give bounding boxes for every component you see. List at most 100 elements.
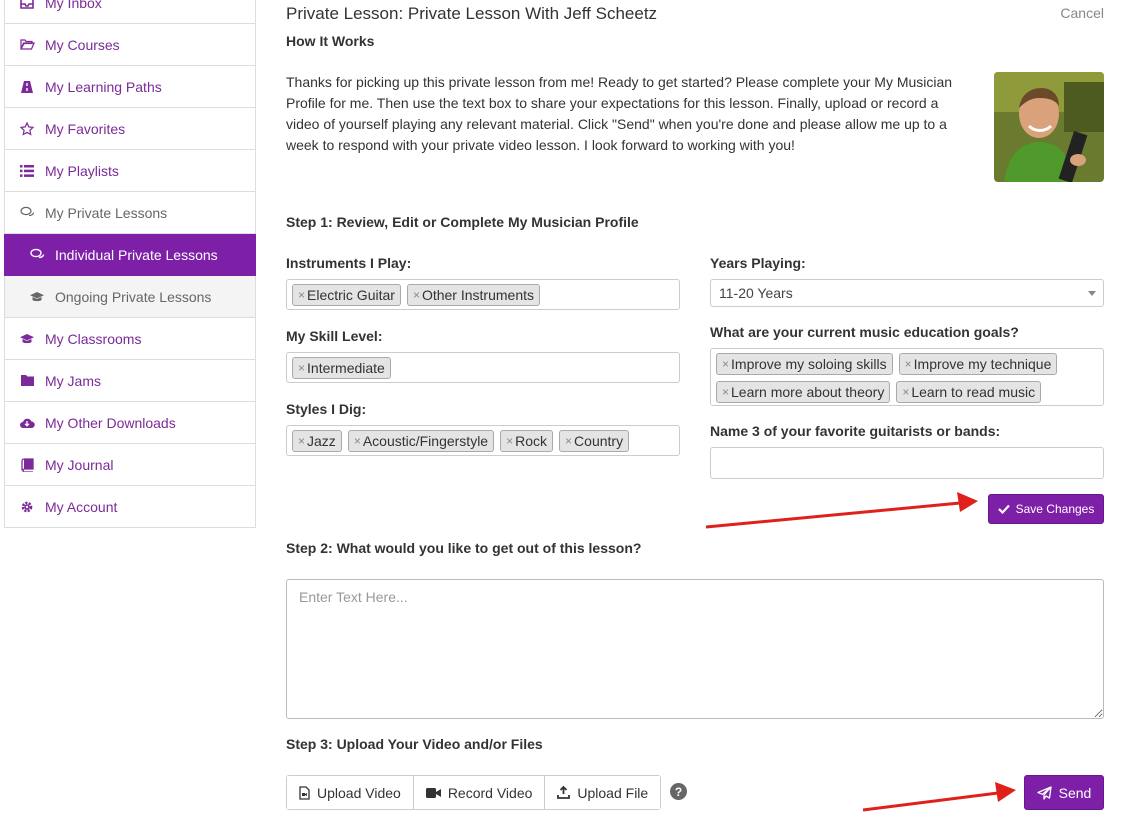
sidebar-item-label: My Account	[45, 498, 118, 515]
sidebar-item-ongoing-private-lessons[interactable]: Ongoing Private Lessons	[4, 276, 256, 318]
sidebar-item-jams[interactable]: My Jams	[4, 360, 256, 402]
sidebar-item-learning-paths[interactable]: My Learning Paths	[4, 66, 256, 108]
sidebar: My Inbox My Courses My Learning Paths My…	[4, 0, 256, 528]
years-playing-value: 11-20 Years	[719, 285, 793, 301]
remove-tag-icon[interactable]: ×	[298, 434, 305, 448]
comments-icon	[19, 205, 35, 221]
sidebar-item-individual-private-lessons[interactable]: Individual Private Lessons	[4, 234, 256, 276]
save-changes-label: Save Changes	[1015, 502, 1095, 516]
tag-label: Rock	[515, 433, 548, 449]
sidebar-item-inbox[interactable]: My Inbox	[4, 0, 256, 24]
instruments-label: Instruments I Play:	[286, 255, 412, 271]
record-video-button[interactable]: Record Video	[413, 776, 546, 809]
tag-learn-theory: × Learn more about theory	[716, 381, 891, 403]
cloud-download-icon	[19, 415, 35, 431]
check-icon	[997, 504, 1010, 514]
sidebar-item-label: My Playlists	[45, 162, 119, 179]
sidebar-item-label: My Classrooms	[45, 330, 142, 347]
how-it-works-heading: How It Works	[286, 33, 375, 49]
goals-field[interactable]: × Improve my soloing skills × Improve my t…	[710, 348, 1104, 406]
tag-electric-guitar: × Electric Guitar	[292, 284, 401, 306]
star-icon	[19, 121, 35, 137]
tag-acoustic-fingerstyle: × Acoustic/Fingerstyle	[347, 430, 495, 452]
remove-tag-icon[interactable]: ×	[565, 434, 572, 448]
list-icon	[19, 163, 35, 179]
save-annotation-arrow	[705, 492, 978, 529]
tag-label: Country	[574, 433, 624, 449]
save-changes-button[interactable]: Save Changes	[988, 494, 1104, 524]
styles-label: Styles I Dig:	[286, 401, 367, 417]
sidebar-item-label: My Favorites	[45, 120, 126, 137]
upload-file-label: Upload File	[577, 784, 649, 801]
sidebar-item-label: Ongoing Private Lessons	[55, 288, 212, 305]
tag-other-instruments: × Other Instruments	[406, 284, 540, 306]
tag-jazz: × Jazz	[292, 430, 342, 452]
upload-icon	[557, 786, 571, 799]
remove-tag-icon[interactable]: ×	[506, 434, 513, 448]
years-playing-label: Years Playing:	[710, 255, 806, 271]
sidebar-item-label: Individual Private Lessons	[55, 246, 218, 263]
tag-improve-soloing: × Improve my soloing skills	[716, 353, 893, 375]
upload-file-button[interactable]: Upload File	[545, 776, 661, 809]
graduation-cap-icon	[19, 331, 35, 347]
remove-tag-icon[interactable]: ×	[722, 385, 729, 399]
remove-tag-icon[interactable]: ×	[298, 288, 305, 302]
tag-label: Learn to read music	[911, 384, 1036, 400]
upload-button-group: Upload Video Record Video Upload File	[286, 775, 662, 810]
tag-label: Jazz	[307, 433, 336, 449]
tag-label: Improve my technique	[913, 356, 1052, 372]
remove-tag-icon[interactable]: ×	[354, 434, 361, 448]
sidebar-item-account[interactable]: My Account	[4, 486, 256, 528]
sidebar-item-label: My Private Lessons	[45, 204, 168, 221]
sidebar-item-courses[interactable]: My Courses	[4, 24, 256, 66]
sidebar-item-playlists[interactable]: My Playlists	[4, 150, 256, 192]
instructor-photo	[994, 72, 1104, 182]
skill-level-field[interactable]: × Intermediate	[286, 352, 680, 383]
intro-text: Thanks for picking up this private lesso…	[286, 74, 953, 153]
sidebar-item-private-lessons[interactable]: My Private Lessons	[4, 192, 256, 234]
remove-tag-icon[interactable]: ×	[298, 361, 305, 375]
chevron-down-icon	[1088, 291, 1096, 296]
upload-video-button[interactable]: Upload Video	[287, 776, 414, 809]
inbox-icon	[19, 0, 35, 11]
record-video-label: Record Video	[447, 784, 533, 801]
step2-heading: Step 2: What would you like to get out o…	[286, 540, 642, 556]
paper-plane-icon	[1036, 785, 1052, 800]
step1-heading: Step 1: Review, Edit or Complete My Musi…	[286, 214, 639, 230]
page-title: Private Lesson: Private Lesson With Jeff…	[286, 4, 658, 23]
sidebar-item-journal[interactable]: My Journal	[4, 444, 256, 486]
help-icon[interactable]: ?	[670, 783, 687, 800]
send-annotation-arrow	[862, 782, 1016, 812]
remove-tag-icon[interactable]: ×	[905, 357, 912, 371]
tag-country: × Country	[559, 430, 630, 452]
sidebar-item-classrooms[interactable]: My Classrooms	[4, 318, 256, 360]
step3-heading: Step 3: Upload Your Video and/or Files	[286, 736, 543, 752]
file-video-icon	[299, 785, 310, 800]
styles-field[interactable]: × Jazz × Acoustic/Fingerstyle × Rock × Count…	[286, 425, 680, 456]
sidebar-item-label: My Inbox	[45, 0, 102, 11]
lesson-expectations-textarea[interactable]	[286, 579, 1104, 719]
sidebar-item-label: My Other Downloads	[45, 414, 176, 431]
tag-read-music: × Learn to read music	[896, 381, 1042, 403]
instruments-field[interactable]: × Electric Guitar × Other Instruments	[286, 279, 680, 310]
years-playing-select[interactable]: 11-20 Years	[710, 279, 1104, 307]
remove-tag-icon[interactable]: ×	[413, 288, 420, 302]
send-button[interactable]: Send	[1024, 775, 1104, 810]
favorite-guitarists-label: Name 3 of your favorite guitarists or ba…	[710, 423, 1001, 439]
sidebar-item-favorites[interactable]: My Favorites	[4, 108, 256, 150]
tag-label: Electric Guitar	[307, 287, 395, 303]
tag-label: Acoustic/Fingerstyle	[362, 433, 489, 449]
sidebar-item-other-downloads[interactable]: My Other Downloads	[4, 402, 256, 444]
remove-tag-icon[interactable]: ×	[902, 385, 909, 399]
cancel-link[interactable]: Cancel	[1060, 5, 1104, 21]
remove-tag-icon[interactable]: ×	[722, 357, 729, 371]
send-label: Send	[1058, 784, 1092, 801]
upload-video-label: Upload Video	[317, 784, 401, 801]
favorite-guitarists-input[interactable]	[710, 447, 1104, 479]
tag-intermediate: × Intermediate	[292, 357, 391, 379]
graduation-cap-icon	[29, 289, 45, 305]
tag-rock: × Rock	[500, 430, 554, 452]
sidebar-item-label: My Courses	[45, 36, 120, 53]
tag-label: Intermediate	[307, 360, 385, 376]
skill-level-label: My Skill Level:	[286, 328, 383, 344]
